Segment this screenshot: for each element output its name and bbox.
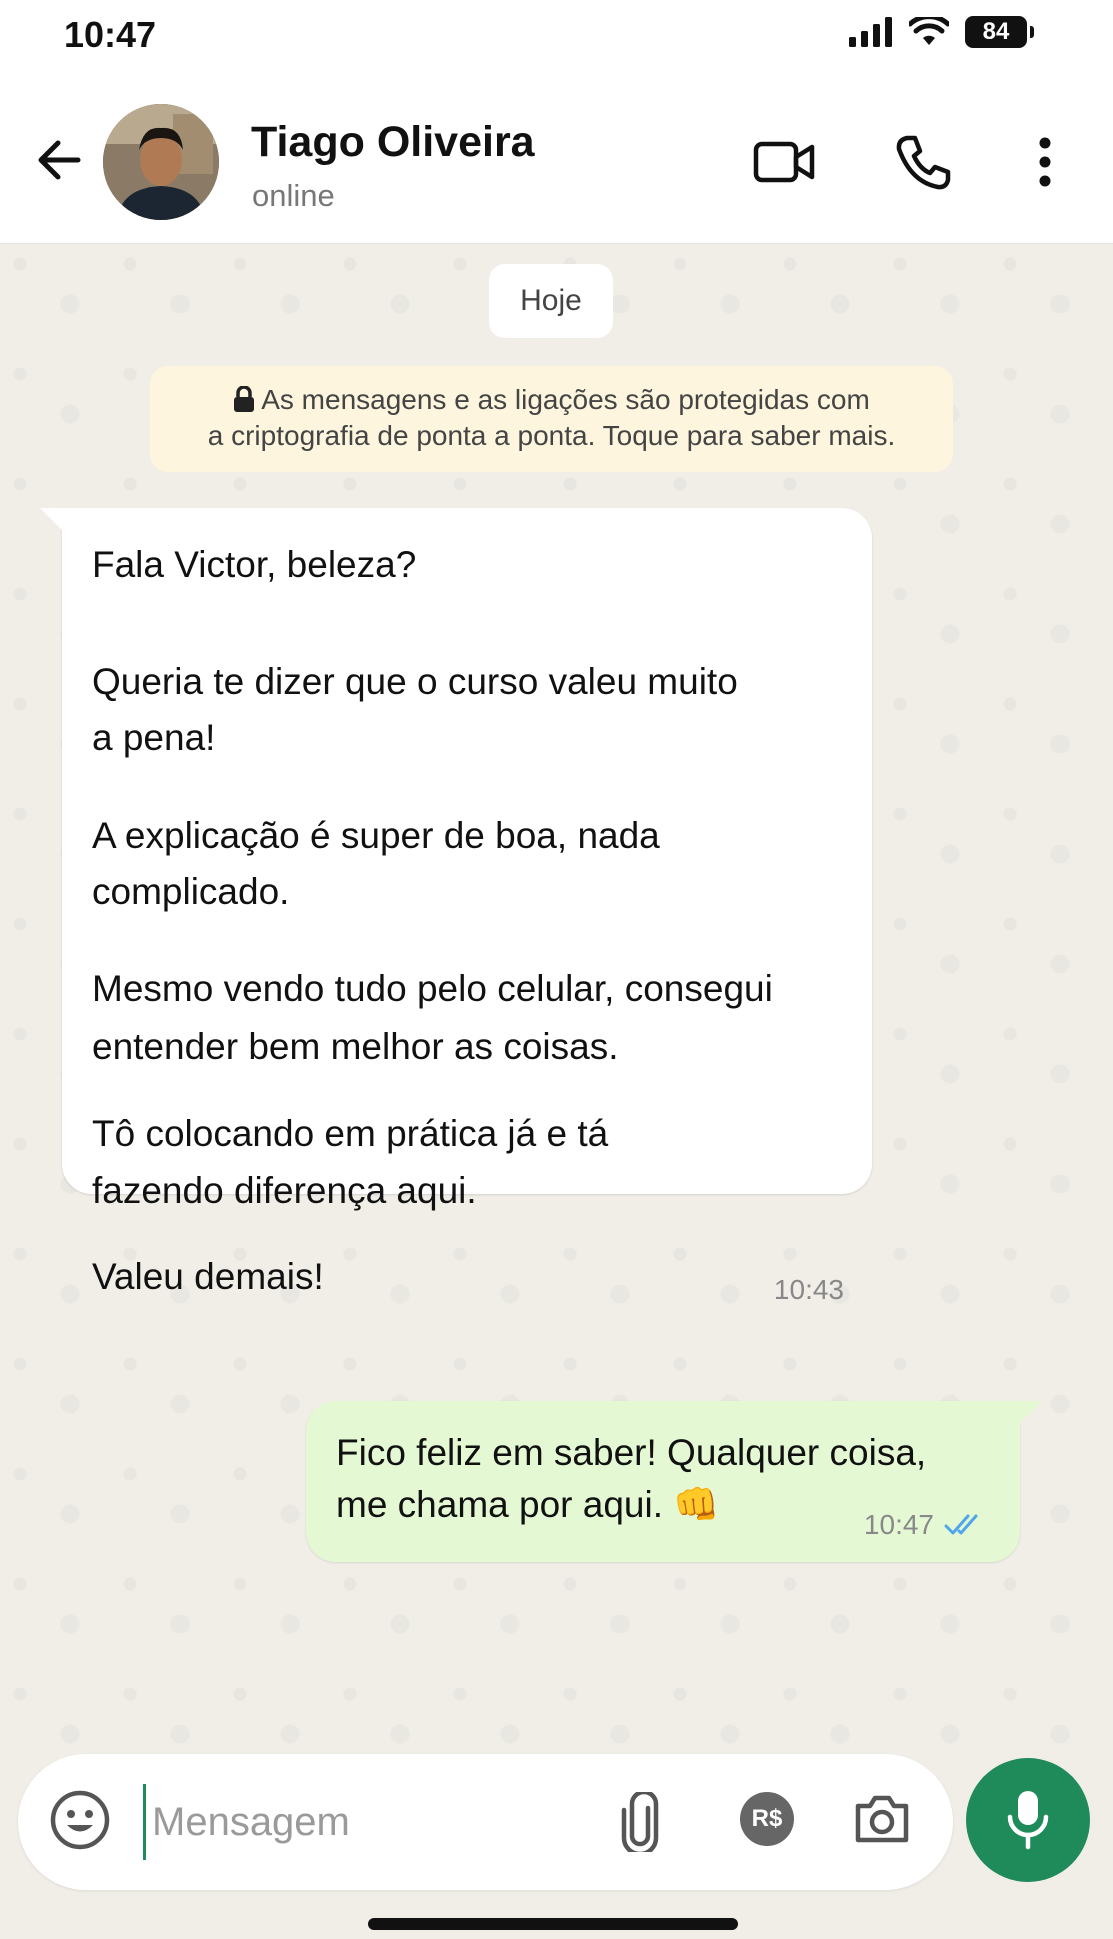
status-bar: 10:47 84 (0, 0, 1113, 82)
message-line: Tô colocando em prática já e tá (92, 1113, 609, 1154)
payment-button[interactable]: R$ (738, 1790, 796, 1853)
battery-indicator: 84 (965, 16, 1034, 48)
more-options-icon (1039, 137, 1051, 187)
payment-label: R$ (751, 1805, 783, 1832)
phone-call-icon (896, 135, 951, 190)
attach-button[interactable] (618, 1789, 662, 1857)
lock-icon (234, 386, 255, 412)
back-arrow-icon (38, 140, 81, 180)
video-call-icon (753, 141, 815, 183)
chat-header: Tiago Oliveira online (0, 82, 1113, 244)
message-timestamp: 10:47 (863, 1509, 934, 1540)
video-call-button[interactable] (752, 130, 818, 194)
microphone-icon (1007, 1791, 1049, 1850)
phone-screen: 10:47 84 Tiago Oliveira online Hoje As m… (0, 0, 1113, 1939)
voice-message-button[interactable] (966, 1758, 1090, 1882)
camera-button[interactable] (852, 1790, 912, 1853)
wifi-icon (909, 17, 949, 45)
camera-icon (855, 1795, 909, 1843)
avatar[interactable] (103, 104, 219, 220)
message-line: Queria te dizer que o curso valeu muito (92, 661, 738, 702)
encryption-text-line1: As mensagens e as ligações são protegida… (261, 384, 870, 415)
emoji-icon (50, 1790, 110, 1850)
incoming-message-bubble[interactable]: Fala Victor, beleza? Queria te dizer que… (40, 508, 872, 1305)
back-button[interactable] (32, 132, 88, 188)
encryption-notice[interactable]: As mensagens e as ligações são protegida… (150, 366, 953, 472)
home-indicator[interactable] (368, 1918, 738, 1930)
message-line: Fico feliz em saber! Qualquer coisa, (336, 1432, 927, 1473)
emoji-button[interactable] (48, 1788, 112, 1857)
signal-icon (849, 17, 892, 47)
encryption-text-line2: a criptografia de ponta a ponta. Toque p… (207, 420, 896, 451)
message-line: fazendo diferença aqui. (92, 1170, 477, 1211)
composer-bar: R$ (0, 1744, 1113, 1939)
status-time: 10:47 (64, 14, 157, 55)
voice-call-button[interactable] (890, 130, 956, 194)
message-input[interactable] (143, 1784, 623, 1860)
double-check-read-icon (944, 1514, 978, 1535)
status-icons: 84 (849, 14, 1034, 50)
message-line: Valeu demais! (92, 1256, 324, 1297)
outgoing-message-bubble[interactable]: Fico feliz em saber! Qualquer coisa, me … (306, 1401, 1042, 1562)
message-line: Fala Victor, beleza? (92, 544, 417, 585)
attachment-icon (621, 1789, 659, 1857)
contact-name[interactable]: Tiago Oliveira (251, 118, 535, 167)
composer-pill: R$ (18, 1754, 953, 1890)
message-line: a pena! (92, 717, 216, 758)
avatar-photo (103, 104, 219, 220)
message-timestamp: 10:43 (773, 1274, 844, 1305)
message-line: me chama por aqui. 👊 (336, 1484, 720, 1525)
message-line: complicado. (92, 871, 290, 912)
message-line: entender bem melhor as coisas. (92, 1026, 619, 1067)
message-line: A explicação é super de boa, nada (92, 815, 660, 856)
encryption-notice-line1: As mensagens e as ligações são protegida… (150, 382, 953, 418)
more-options-button[interactable] (1030, 130, 1060, 194)
date-separator: Hoje (489, 264, 613, 338)
contact-status: online (252, 178, 335, 213)
message-line: Mesmo vendo tudo pelo celular, consegui (92, 968, 773, 1009)
chat-area[interactable]: Hoje As mensagens e as ligações são prot… (0, 244, 1113, 1744)
